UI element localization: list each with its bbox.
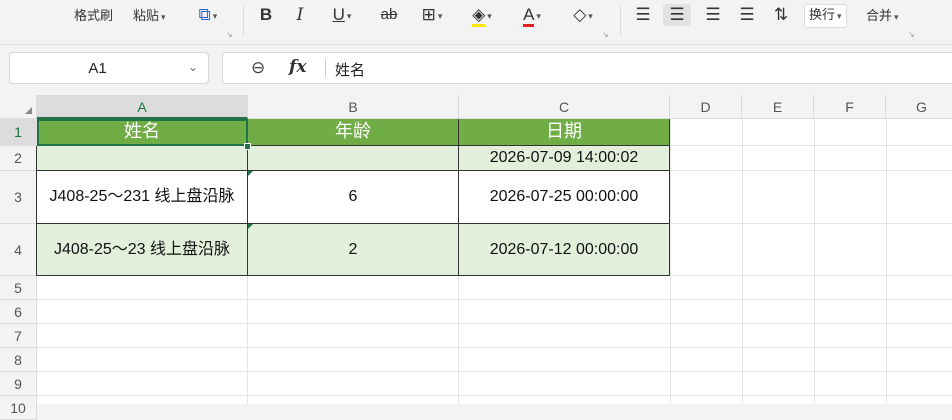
bold-button[interactable]: B [256, 4, 276, 26]
cell-b3[interactable]: 6 [248, 171, 459, 224]
toolbar-divider [620, 6, 621, 36]
cell-c3[interactable]: 2026-07-25 00:00:00 [459, 171, 670, 224]
chevron-down-icon: ▾ [837, 10, 842, 21]
number-as-text-indicator-icon [248, 171, 253, 176]
cell-a4[interactable]: J408-25～23 线上盘沿脉 [37, 224, 248, 276]
name-box[interactable]: A1 ⌄ [9, 52, 209, 84]
formula-row: A1 ⌄ ⊖ fx 姓名 [0, 45, 952, 93]
wrap-text-label: 换行 [809, 7, 836, 22]
formula-bar[interactable]: ⊖ fx 姓名 [222, 52, 952, 84]
paste-special-button[interactable]: ⧉ ▾ [190, 4, 226, 26]
distributed-align-button[interactable]: ⇅ [770, 4, 792, 26]
alignment-group-expand-icon[interactable]: ↘ [908, 30, 915, 39]
chevron-down-icon: ▾ [536, 10, 541, 21]
cell-b4[interactable]: 2 [248, 224, 459, 276]
cell-c1[interactable]: 日期 [459, 119, 670, 146]
italic-button[interactable]: I [290, 4, 310, 26]
function-icon[interactable]: fx [289, 57, 306, 77]
row-header-3[interactable]: 3 [0, 171, 37, 224]
cell-b3-value: 6 [348, 188, 358, 205]
column-header-f[interactable]: F [814, 95, 886, 119]
column-header-c[interactable]: C [459, 95, 670, 119]
paste-label: 粘贴 [133, 8, 160, 23]
justify-button[interactable]: ☰ [736, 4, 758, 26]
name-box-value: A1 [88, 60, 107, 77]
strikethrough-button[interactable]: ab [378, 4, 400, 26]
chevron-down-icon: ▾ [346, 10, 352, 21]
column-header-b[interactable]: B [248, 95, 459, 119]
spreadsheet-grid[interactable]: A B C D E F G 1 2 3 4 5 6 7 8 9 10 姓名 年龄… [0, 95, 952, 420]
chevron-down-icon: ▾ [588, 10, 593, 21]
border-grid-icon: ⊞ [421, 5, 436, 24]
font-color-icon: A [523, 5, 535, 27]
toolbar-divider [243, 6, 244, 36]
chevron-down-icon: ▾ [894, 11, 899, 22]
select-all-corner[interactable] [0, 95, 37, 119]
paint-bucket-icon: ◈ [472, 5, 486, 27]
merge-button[interactable]: 合并 ▾ [866, 6, 899, 26]
underline-icon: U [332, 5, 345, 24]
clipboard-icon: ⧉ [198, 5, 211, 24]
select-all-icon [25, 107, 32, 114]
row-header-4[interactable]: 4 [0, 224, 37, 276]
row-header-7[interactable]: 7 [0, 324, 37, 348]
formula-divider [325, 59, 326, 77]
fill-color-button[interactable]: ◈ ▾ [462, 4, 502, 27]
row-header-8[interactable]: 8 [0, 348, 37, 372]
gridlines-right-block [670, 119, 952, 276]
cell-c2[interactable]: 2026-07-09 14:00:02 [459, 146, 670, 171]
align-center-button[interactable]: ☰ [663, 4, 691, 26]
cell-a3[interactable]: J408-25～231 线上盘沿脉 [37, 171, 248, 224]
table-left-border [36, 146, 37, 276]
format-painter-button[interactable]: 格式刷 [74, 6, 113, 26]
cell-c4[interactable]: 2026-07-12 00:00:00 [459, 224, 670, 276]
eraser-icon: ◇ [573, 5, 587, 24]
font-color-button[interactable]: A ▾ [512, 4, 552, 27]
align-left-button[interactable]: ☰ [632, 4, 654, 26]
chevron-down-icon: ▾ [437, 10, 443, 21]
underline-button[interactable]: U ▾ [326, 4, 358, 26]
row-header-9[interactable]: 9 [0, 372, 37, 396]
column-header-a[interactable]: A [37, 95, 248, 119]
row-header-1[interactable]: 1 [0, 119, 37, 146]
column-header-e[interactable]: E [742, 95, 814, 119]
zoom-out-icon[interactable]: ⊖ [251, 58, 265, 78]
borders-button[interactable]: ⊞ ▾ [414, 4, 450, 26]
chevron-down-icon: ▾ [161, 11, 166, 22]
row-header-2[interactable]: 2 [0, 146, 37, 171]
clear-format-button[interactable]: ◇ ▾ [564, 4, 602, 26]
ribbon-toolbar: 格式刷 粘贴 ▾ ⧉ ▾ ↘ B I U ▾ ab ⊞ ▾ ◈ ▾ A ▾ ◇ ▾ ↘ ☰ ☰… [0, 0, 952, 45]
chevron-down-icon: ▾ [487, 10, 492, 21]
font-group-expand-icon[interactable]: ↘ [602, 30, 609, 39]
cell-a2[interactable] [37, 146, 248, 171]
row-header-5[interactable]: 5 [0, 276, 37, 300]
distributed-align-icon: ⇅ [773, 5, 789, 24]
wrap-text-button[interactable]: 换行 ▾ [804, 4, 847, 28]
column-header-g[interactable]: G [886, 95, 952, 119]
cell-b2[interactable] [248, 146, 459, 171]
chevron-down-icon[interactable]: ⌄ [188, 60, 198, 74]
chevron-down-icon: ▾ [212, 10, 218, 21]
cell-b4-value: 2 [348, 240, 358, 258]
clipboard-group-expand-icon[interactable]: ↘ [226, 30, 233, 39]
number-as-text-indicator-icon [248, 224, 253, 229]
column-header-d[interactable]: D [670, 95, 742, 119]
align-right-button[interactable]: ☰ [702, 4, 724, 26]
formula-content[interactable]: 姓名 [335, 59, 365, 80]
cell-a1[interactable]: 姓名 [37, 119, 248, 146]
merge-label: 合并 [866, 8, 893, 23]
cell-b1[interactable]: 年龄 [248, 119, 459, 146]
row-header-10[interactable]: 10 [0, 396, 37, 420]
fill-handle[interactable] [244, 143, 251, 150]
row-header-6[interactable]: 6 [0, 300, 37, 324]
paste-button[interactable]: 粘贴 ▾ [133, 6, 166, 26]
gridlines-rows [37, 276, 952, 404]
